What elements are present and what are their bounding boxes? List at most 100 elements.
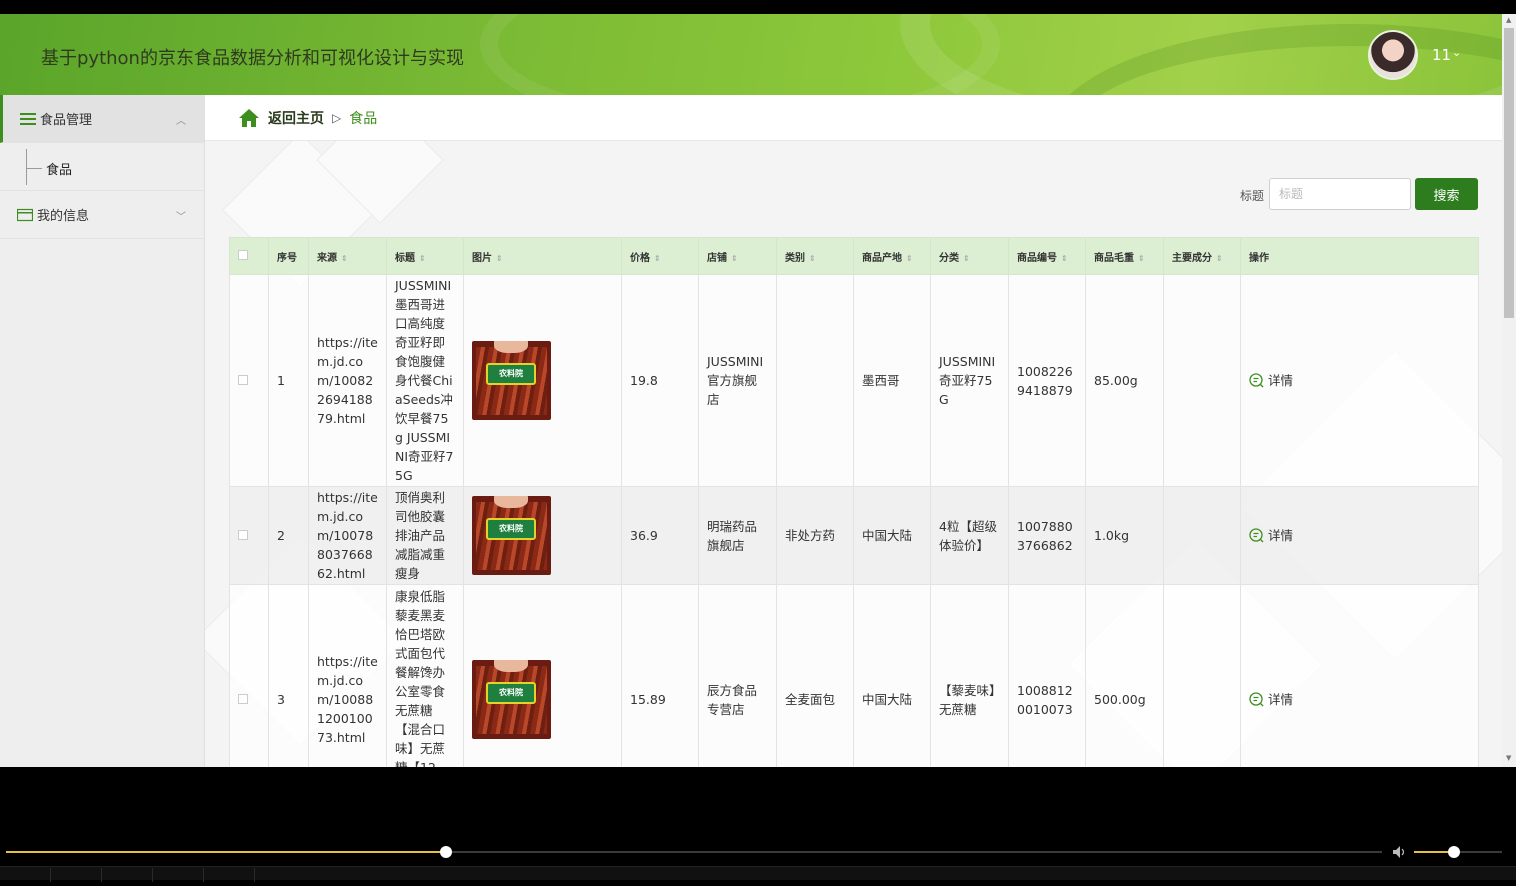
volume-icon[interactable] — [1392, 845, 1408, 859]
card-icon — [17, 208, 33, 221]
cell-sku: 10082269418879 — [1008, 274, 1086, 487]
sort-icon: ⇕ — [1216, 253, 1223, 263]
product-image: 农料院 — [472, 660, 551, 739]
list-icon — [20, 112, 36, 125]
table-header-row: 序号 来源 ⇕ 标题 ⇕ 图片 ⇕ 价格 ⇕ 店铺 ⇕ 类别 ⇕ 商品产地 ⇕ 分类 ⇕ 商品编… — [229, 237, 1479, 275]
select-all-checkbox[interactable] — [229, 237, 269, 275]
breadcrumb-home-link[interactable]: 返回主页 — [268, 108, 324, 128]
column-header[interactable]: 来源 ⇕ — [308, 237, 387, 275]
sort-icon: ⇕ — [341, 253, 348, 263]
cell-index: 2 — [268, 486, 309, 585]
volume-knob[interactable] — [1447, 846, 1460, 858]
sort-icon: ⇕ — [496, 253, 503, 263]
main-content: 返回主页 ▷ 食品 标题 搜索 序号 来源⇕ 标题⇕ 图片⇕ 价格⇕ 店铺⇕ 类… — [205, 95, 1502, 767]
column-header: 操作 — [1240, 237, 1479, 275]
volume-slider[interactable] — [1414, 846, 1502, 858]
column-header[interactable]: 商品编号 ⇕ — [1008, 237, 1086, 275]
column-header[interactable]: 类别 ⇕ — [776, 237, 854, 275]
sidebar-item-food-management[interactable]: 食品管理 ︿ — [0, 95, 204, 143]
detail-button[interactable]: 详情 — [1249, 371, 1470, 390]
cell-price: 19.8 — [621, 274, 699, 487]
cell-origin: 墨西哥 — [853, 274, 931, 487]
scrollbar-thumb[interactable] — [1504, 28, 1514, 318]
chevron-up-icon: ︿ — [176, 116, 186, 127]
breadcrumb-separator: ▷ — [332, 110, 342, 125]
cell-price: 36.9 — [621, 486, 699, 585]
progress-knob[interactable] — [440, 846, 453, 858]
column-header[interactable]: 主要成分 ⇕ — [1163, 237, 1241, 275]
sort-icon: ⇕ — [654, 253, 661, 263]
scroll-up-icon: ▲ — [1506, 16, 1512, 24]
table-row: 3 https://item.jd.com/10088120010073.htm… — [229, 584, 1479, 767]
product-image: 农料院 — [472, 341, 551, 420]
progress-fill — [6, 851, 447, 853]
sort-icon: ⇕ — [963, 253, 970, 263]
sidebar-item-my-info[interactable]: 我的信息 ﹀ — [0, 191, 204, 239]
column-header[interactable]: 标题 ⇕ — [386, 237, 464, 275]
detail-button[interactable]: 详情 — [1249, 526, 1470, 545]
cell-origin: 中国大陆 — [853, 584, 931, 767]
cell-weight: 1.0kg — [1085, 486, 1164, 585]
search-button[interactable]: 搜索 — [1415, 178, 1478, 210]
home-icon[interactable] — [238, 108, 260, 128]
sidebar-item-label: 我的信息 — [37, 209, 90, 224]
cell-image: 农料院 — [463, 584, 622, 767]
row-checkbox[interactable] — [229, 584, 269, 767]
column-header[interactable]: 价格 ⇕ — [621, 237, 699, 275]
detail-icon — [1249, 373, 1264, 388]
cell-action: 详情 — [1240, 486, 1479, 585]
cell-shop: JUSSMINI官方旗舰店 — [698, 274, 777, 487]
chevron-down-icon[interactable]: ⌄ — [1452, 46, 1461, 59]
table-row: 2 https://item.jd.com/10078803766862.htm… — [229, 486, 1479, 585]
sidebar-subitem-label: 食品 — [46, 163, 73, 178]
cell-classification: 4粒【超级体验价】 — [930, 486, 1009, 585]
cell-action: 详情 — [1240, 274, 1479, 487]
user-avatar[interactable] — [1368, 30, 1418, 80]
column-header[interactable]: 分类 ⇕ — [930, 237, 1009, 275]
cell-price: 15.89 — [621, 584, 699, 767]
cell-source: https://item.jd.com/10078803766862.html — [308, 486, 387, 585]
taskbar — [0, 866, 1516, 882]
product-image: 农料院 — [472, 496, 551, 575]
cell-sku: 10078803766862 — [1008, 486, 1086, 585]
sidebar-item-label: 食品管理 — [40, 113, 93, 128]
column-header[interactable]: 商品产地 ⇕ — [853, 237, 931, 275]
cell-sku: 10088120010073 — [1008, 584, 1086, 767]
cell-ingredients — [1163, 584, 1241, 767]
cell-action: 详情 — [1240, 584, 1479, 767]
cell-category: 全麦面包 — [776, 584, 854, 767]
cell-title: 顶俏奥利司他胶囊排油产品减脂减重瘦身 — [386, 486, 464, 585]
sort-icon: ⇕ — [1138, 253, 1145, 263]
search-label: 标题 — [1240, 189, 1265, 203]
scroll-down-icon: ▼ — [1506, 754, 1512, 762]
cell-weight: 85.00g — [1085, 274, 1164, 487]
browser-viewport: 基于python的京东食品数据分析和可视化设计与实现 11 ⌄ 食品管理 ︿ 食… — [0, 14, 1502, 767]
detail-button[interactable]: 详情 — [1249, 690, 1470, 709]
cell-shop: 辰方食品专营店 — [698, 584, 777, 767]
cell-category: 非处方药 — [776, 486, 854, 585]
cell-classification: 【藜麦味】无蔗糖 — [930, 584, 1009, 767]
food-table: 序号 来源 ⇕ 标题 ⇕ 图片 ⇕ 价格 ⇕ 店铺 ⇕ 类别 ⇕ 商品产地 ⇕ 分类 ⇕ 商品编… — [229, 237, 1479, 767]
row-checkbox[interactable] — [229, 274, 269, 487]
column-header[interactable]: 商品毛重 ⇕ — [1085, 237, 1164, 275]
cell-index: 1 — [268, 274, 309, 487]
app-title: 基于python的京东食品数据分析和可视化设计与实现 — [41, 48, 464, 69]
chevron-down-icon: ﹀ — [176, 212, 186, 223]
column-header[interactable]: 店铺 ⇕ — [698, 237, 777, 275]
cell-index: 3 — [268, 584, 309, 767]
column-header[interactable]: 图片 ⇕ — [463, 237, 622, 275]
sidebar-subitem-food[interactable]: 食品 — [0, 143, 204, 191]
user-name[interactable]: 11 — [1432, 46, 1451, 64]
search-input[interactable] — [1269, 178, 1411, 210]
progress-slider[interactable] — [6, 846, 1382, 858]
sort-icon: ⇕ — [809, 253, 816, 263]
sort-icon: ⇕ — [906, 253, 913, 263]
row-checkbox[interactable] — [229, 486, 269, 585]
cell-source: https://item.jd.com/10088120010073.html — [308, 584, 387, 767]
cell-weight: 500.00g — [1085, 584, 1164, 767]
app-header: 基于python的京东食品数据分析和可视化设计与实现 11 ⌄ — [0, 14, 1502, 95]
cell-title: 康泉低脂藜麦黑麦恰巴塔欧式面包代餐解馋办公室零食无蔗糖【混合口味】无蔗糖【12 — [386, 584, 464, 767]
column-header: 序号 — [268, 237, 309, 275]
cell-source: https://item.jd.com/10082269418879.html — [308, 274, 387, 487]
vertical-scrollbar[interactable]: ▲ ▼ — [1502, 14, 1516, 767]
